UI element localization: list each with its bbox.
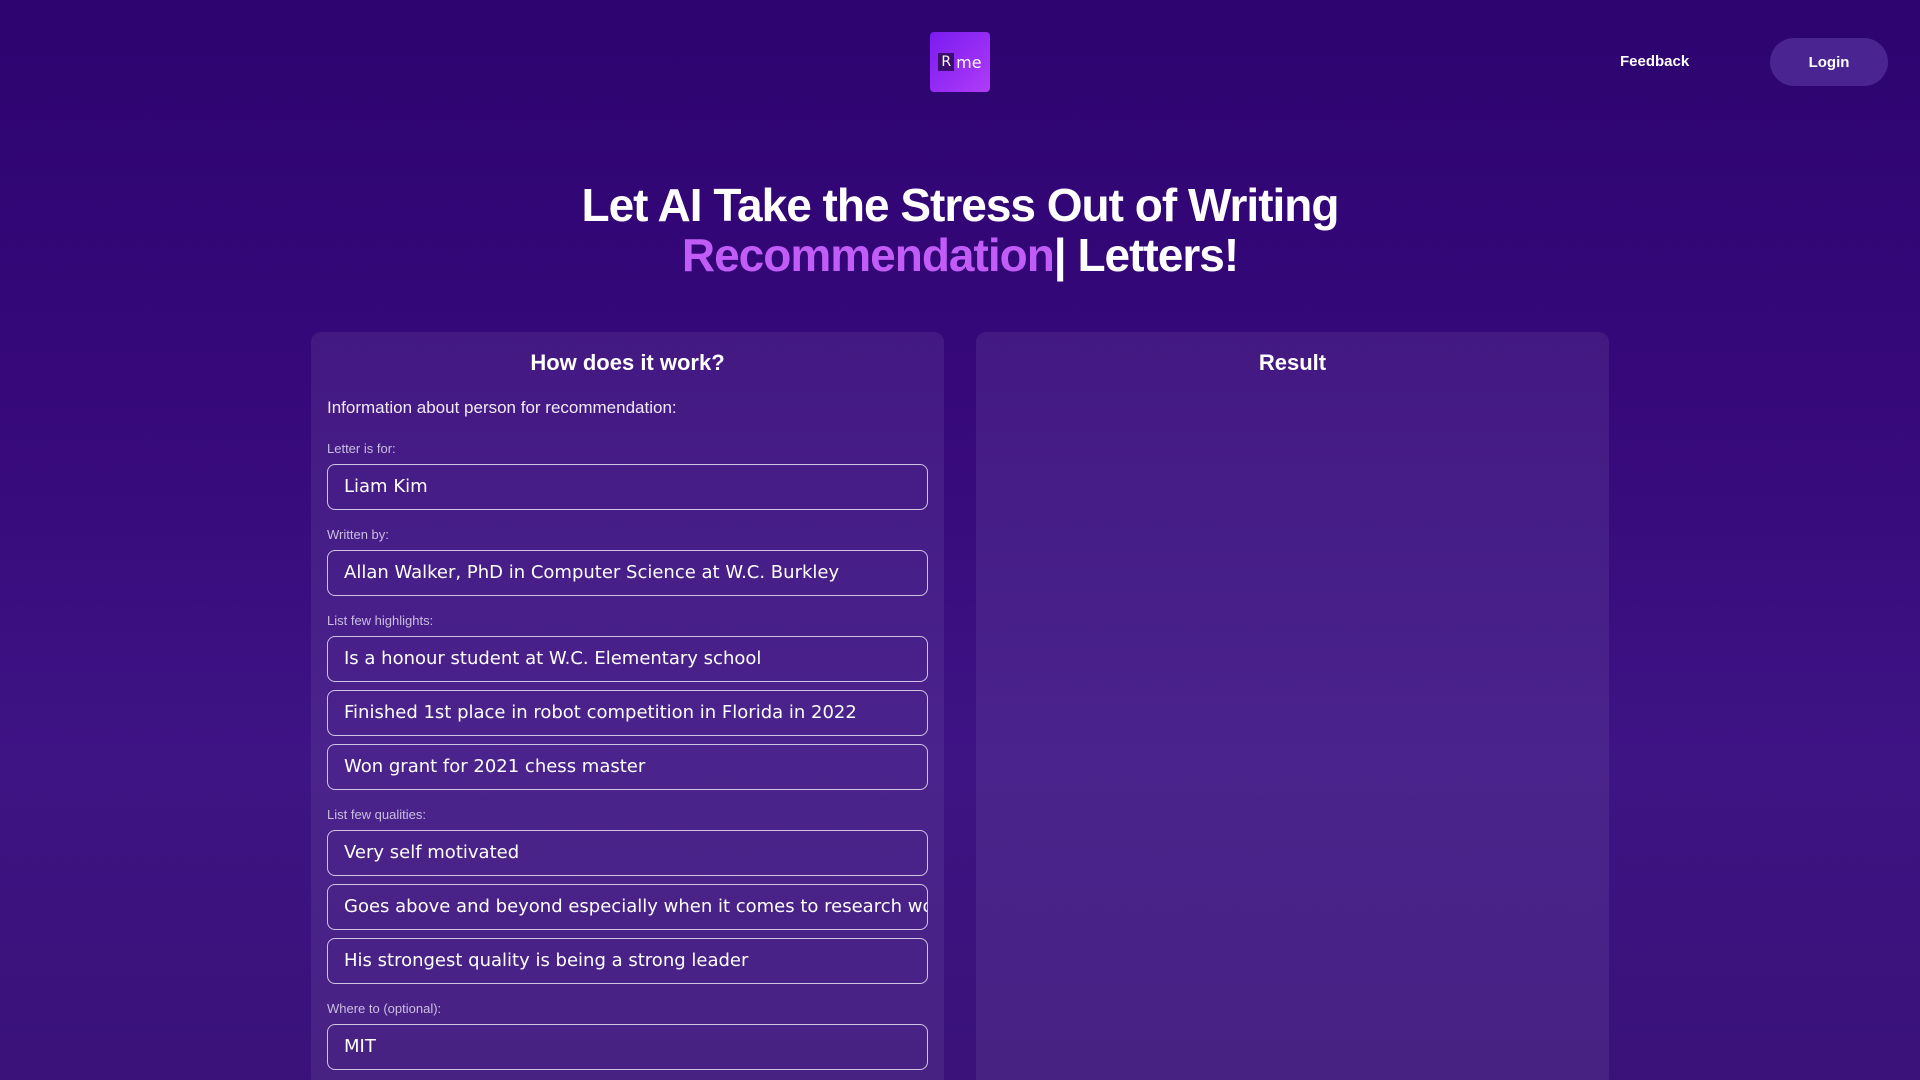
- how-it-works-title: How does it work?: [530, 350, 725, 375]
- login-button[interactable]: Login: [1770, 38, 1888, 86]
- letter-for-input[interactable]: Liam Kim: [327, 464, 928, 510]
- logo-me: me: [956, 52, 982, 72]
- quality-input-1[interactable]: Very self motivated: [327, 830, 928, 876]
- written-by-input[interactable]: Allan Walker, PhD in Computer Science at…: [327, 550, 928, 596]
- result-title: Result: [1258, 350, 1327, 375]
- feedback-button[interactable]: Feedback: [1620, 44, 1689, 80]
- where-to-input[interactable]: MIT: [327, 1024, 928, 1070]
- hero-accent-word: Recommendation: [681, 229, 1055, 281]
- typing-cursor: |: [1053, 229, 1067, 281]
- form-intro: Information about person for recommendat…: [327, 398, 677, 417]
- hero-headline: Let AI Take the Stress Out of Writing Re…: [0, 180, 1920, 280]
- logo[interactable]: R me: [930, 32, 990, 92]
- logo-r: R: [938, 53, 955, 71]
- highlight-input-1[interactable]: Is a honour student at W.C. Elementary s…: [327, 636, 928, 682]
- quality-input-3[interactable]: His strongest quality is being a strong …: [327, 938, 928, 984]
- hero-line2-rest: Letters!: [1065, 229, 1239, 281]
- hero-line1: Let AI Take the Stress Out of Writing: [581, 179, 1339, 231]
- highlight-input-3[interactable]: Won grant for 2021 chess master: [327, 744, 928, 790]
- highlight-input-2[interactable]: Finished 1st place in robot competition …: [327, 690, 928, 736]
- top-bar: R me Feedback Login: [0, 0, 1920, 120]
- result-card: Result: [976, 332, 1609, 1080]
- highlights-label: List few highlights:: [327, 613, 434, 628]
- qualities-label: List few qualities:: [327, 807, 426, 822]
- written-by-label: Written by:: [327, 527, 389, 542]
- how-it-works-card: How does it work? Information about pers…: [311, 332, 944, 1080]
- letter-for-label: Letter is for:: [327, 441, 396, 456]
- where-to-label: Where to (optional):: [327, 1001, 442, 1016]
- quality-input-2[interactable]: Goes above and beyond especially when it…: [327, 884, 928, 930]
